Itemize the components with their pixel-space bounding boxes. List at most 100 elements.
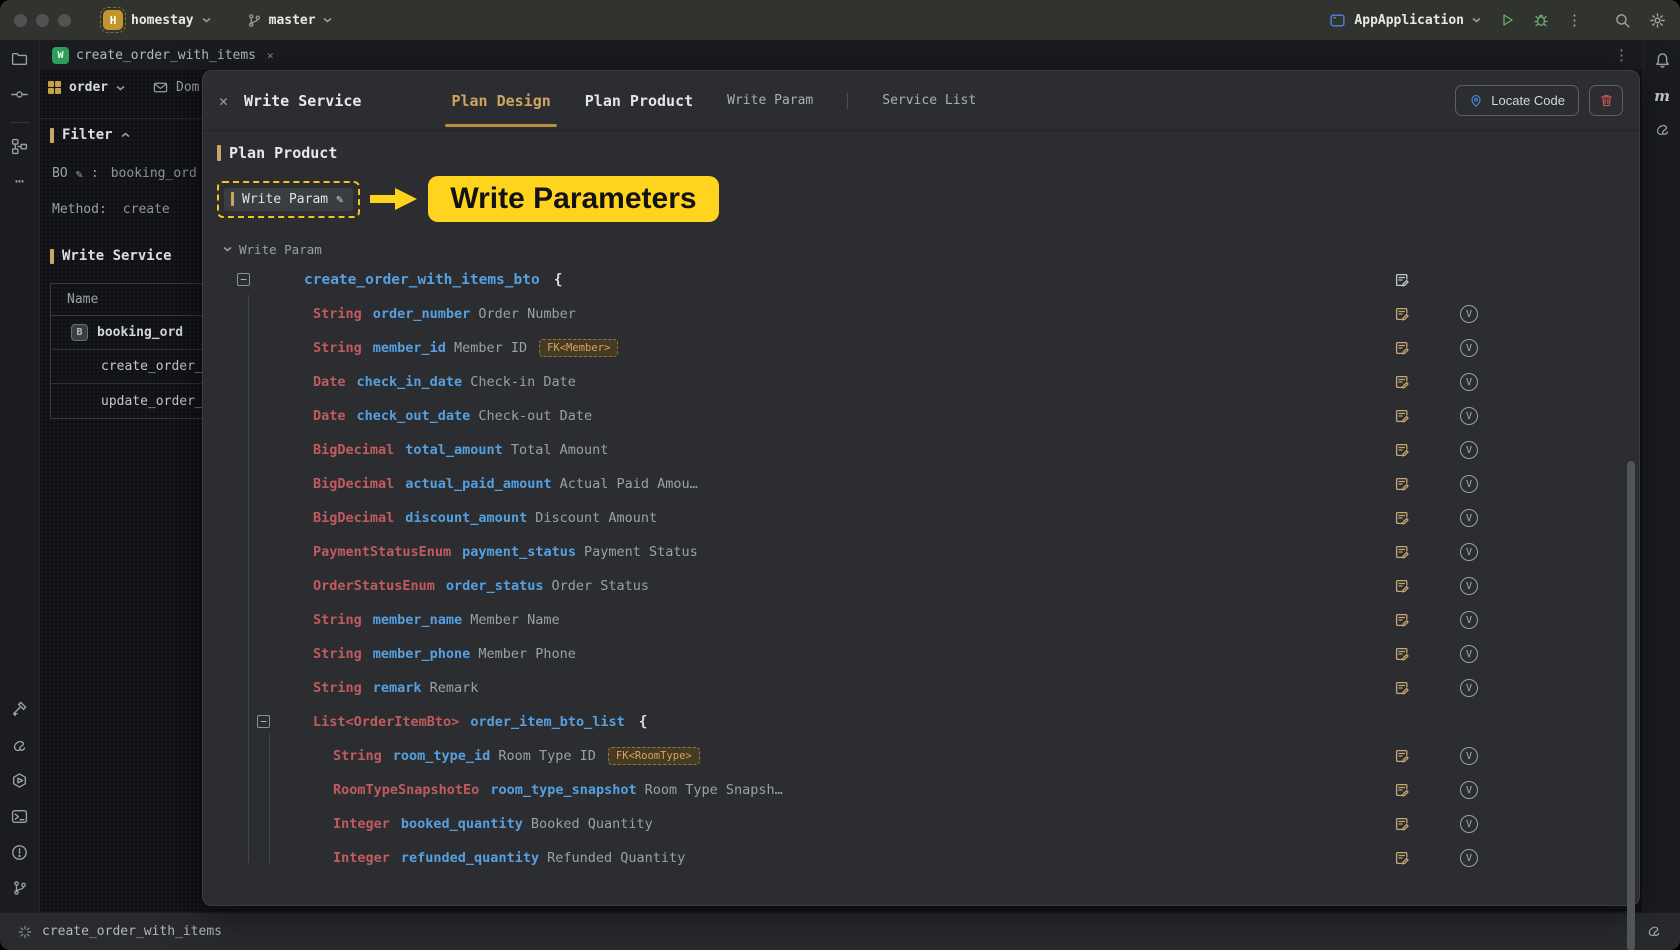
edit-note-icon[interactable] (1394, 612, 1410, 632)
verify-icon[interactable]: V (1460, 407, 1478, 425)
param-row[interactable]: Stringmember_idMember IDFK<Member>V (217, 331, 1639, 365)
close-window-button[interactable] (14, 14, 27, 27)
verify-icon[interactable]: V (1460, 509, 1478, 527)
edit-note-icon[interactable] (1394, 646, 1410, 666)
edit-note-icon[interactable] (1394, 476, 1410, 496)
verify-icon[interactable]: V (1460, 815, 1478, 833)
services-tool-icon[interactable] (11, 772, 28, 793)
verify-icon[interactable]: V (1460, 849, 1478, 867)
delete-button[interactable] (1589, 85, 1623, 116)
verify-icon[interactable]: V (1460, 475, 1478, 493)
verify-icon[interactable]: V (1460, 645, 1478, 663)
param-row[interactable]: OrderStatusEnumorder_statusOrder StatusV (217, 569, 1639, 603)
param-row[interactable]: StringremarkRemarkV (217, 671, 1639, 705)
verify-icon[interactable]: V (1460, 611, 1478, 629)
module-selector[interactable]: order (48, 80, 125, 95)
edit-note-icon[interactable] (1394, 306, 1410, 326)
domain-selector[interactable]: Dom (153, 80, 199, 95)
project-selector[interactable]: H homestay (103, 10, 211, 30)
edit-note-icon[interactable] (1394, 272, 1410, 292)
param-row[interactable]: Stringmember_phoneMember PhoneV (217, 637, 1639, 671)
close-dialog-icon[interactable]: ✕ (219, 92, 228, 110)
run-configuration-selector[interactable]: AppApplication (1329, 12, 1481, 29)
more-actions-button[interactable]: ⋮ (1567, 13, 1582, 28)
run-button[interactable] (1499, 12, 1515, 28)
minimize-window-button[interactable] (36, 14, 49, 27)
verify-icon[interactable]: V (1460, 747, 1478, 765)
verify-icon[interactable]: V (1460, 339, 1478, 357)
param-row[interactable]: Datecheck_in_dateCheck-in DateV (217, 365, 1639, 399)
filter-section-header[interactable]: Filter (50, 127, 130, 143)
problems-tool-icon[interactable] (11, 844, 28, 865)
section-accent-bar (217, 145, 221, 161)
write-param-button[interactable]: Write Param ✎ (224, 188, 353, 211)
edit-note-icon[interactable] (1394, 578, 1410, 598)
verify-icon[interactable]: V (1460, 679, 1478, 697)
param-row[interactable]: PaymentStatusEnumpayment_statusPayment S… (217, 535, 1639, 569)
edit-note-icon[interactable] (1394, 782, 1410, 802)
param-row[interactable]: BigDecimaltotal_amountTotal AmountV (217, 433, 1639, 467)
notifications-bell-icon[interactable] (1654, 52, 1671, 73)
zoom-window-button[interactable] (58, 14, 71, 27)
param-row[interactable]: Integerbooked_quantityBooked QuantityV (217, 807, 1639, 841)
app-window-icon (1329, 12, 1346, 29)
ai-assistant-icon[interactable] (1646, 922, 1662, 942)
edit-note-icon[interactable] (1394, 442, 1410, 462)
bo-value[interactable]: booking_ord (111, 166, 197, 181)
debug-button[interactable] (1533, 12, 1549, 28)
tab-options-button[interactable]: ⋮ (1614, 48, 1629, 63)
ai-assistant-icon[interactable] (1654, 120, 1671, 141)
locate-code-button[interactable]: Locate Code (1455, 85, 1579, 116)
verify-icon[interactable]: V (1460, 781, 1478, 799)
verify-icon[interactable]: V (1460, 373, 1478, 391)
param-row[interactable]: RoomTypeSnapshotEoroom_type_snapshotRoom… (217, 773, 1639, 807)
param-row[interactable]: −List<OrderItemBto>order_item_bto_list{ (217, 705, 1639, 739)
structure-tool-icon[interactable] (11, 138, 28, 159)
close-tab-icon[interactable]: ✕ (267, 49, 274, 62)
maven-tool-icon[interactable]: m (1654, 89, 1670, 104)
verify-icon[interactable]: V (1460, 441, 1478, 459)
project-tool-icon[interactable] (11, 50, 28, 71)
editor-tab[interactable]: W create_order_with_items ✕ (42, 40, 284, 70)
verify-icon[interactable]: V (1460, 305, 1478, 323)
edit-note-icon[interactable] (1394, 340, 1410, 360)
vertical-scrollbar[interactable] (1627, 461, 1635, 950)
edit-pencil-icon[interactable]: ✎ (336, 192, 343, 206)
verify-icon[interactable]: V (1460, 577, 1478, 595)
collapse-toggle-icon[interactable]: − (257, 715, 270, 728)
dialog-tab-write-param[interactable]: Write Param (727, 93, 813, 108)
settings-gear-icon[interactable] (1649, 12, 1666, 29)
param-row[interactable]: Datecheck_out_dateCheck-out DateV (217, 399, 1639, 433)
more-tools-icon[interactable]: ⋯ (15, 174, 24, 189)
method-value[interactable]: create (123, 202, 170, 217)
param-row[interactable]: BigDecimaldiscount_amountDiscount Amount… (217, 501, 1639, 535)
edit-pencil-icon[interactable]: ✎ (76, 167, 83, 181)
edit-note-icon[interactable] (1394, 374, 1410, 394)
edit-note-icon[interactable] (1394, 680, 1410, 700)
verify-icon[interactable]: V (1460, 543, 1478, 561)
ai-assistant-icon[interactable] (11, 736, 28, 757)
edit-note-icon[interactable] (1394, 748, 1410, 768)
git-tool-icon[interactable] (12, 880, 28, 900)
terminal-tool-icon[interactable] (11, 808, 28, 829)
edit-note-icon[interactable] (1394, 816, 1410, 836)
param-row[interactable]: Integerrefunded_quantityRefunded Quantit… (217, 841, 1639, 875)
collapse-toggle-icon[interactable]: − (237, 273, 250, 286)
dialog-tab-plan-product[interactable]: Plan Product (585, 92, 693, 110)
param-row[interactable]: Stringorder_numberOrder NumberV (217, 297, 1639, 331)
edit-note-icon[interactable] (1394, 850, 1410, 870)
edit-note-icon[interactable] (1394, 408, 1410, 428)
search-everywhere-button[interactable] (1614, 12, 1631, 29)
param-row[interactable]: BigDecimalactual_paid_amountActual Paid … (217, 467, 1639, 501)
commit-tool-icon[interactable] (11, 86, 28, 107)
dialog-tab-plan-design[interactable]: Plan Design (451, 92, 550, 110)
edit-note-icon[interactable] (1394, 510, 1410, 530)
param-row[interactable]: Stringmember_nameMember NameV (217, 603, 1639, 637)
param-row[interactable]: −create_order_with_items_bto{ (217, 263, 1639, 297)
dialog-tab-service-list[interactable]: Service List (882, 93, 976, 108)
edit-note-icon[interactable] (1394, 544, 1410, 564)
git-branch-selector[interactable]: master (247, 13, 332, 28)
build-hammer-icon[interactable] (11, 700, 28, 721)
param-row[interactable]: Stringroom_type_idRoom Type IDFK<RoomTyp… (217, 739, 1639, 773)
write-param-tree-header[interactable]: Write Param (223, 241, 1639, 257)
